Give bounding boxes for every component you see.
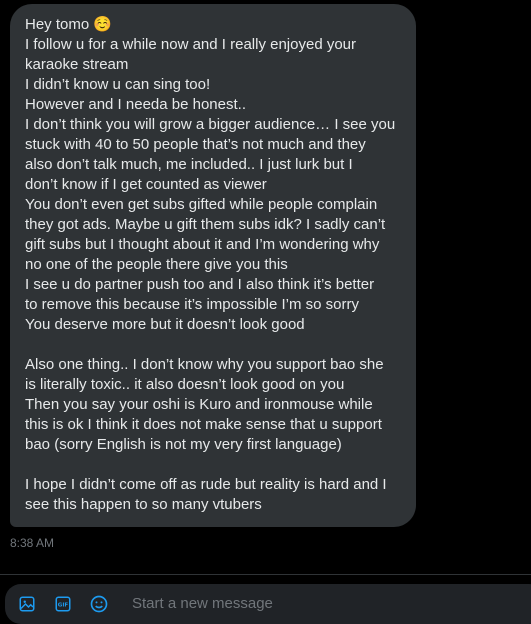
message-line: I follow u for a while now and I really … (25, 36, 357, 53)
message-line: see this happen to so many vtubers (25, 496, 262, 513)
message-line: no one of the people there give you this (25, 256, 288, 273)
message-line: You deserve more but it doesn’t look goo… (25, 316, 305, 333)
composer-divider (0, 574, 531, 575)
message-timestamp: 8:38 AM (10, 536, 55, 550)
message-line: I didn’t know u can sing too! (25, 76, 211, 93)
message-line: However and I needa be honest.. (25, 96, 246, 113)
message-line: You don’t even get subs gifted while peo… (25, 196, 378, 213)
message-input[interactable]: Start a new message (132, 594, 273, 614)
gif-icon[interactable]: GIF (52, 593, 74, 615)
message-line: bao (sorry English is not my very first … (25, 436, 342, 453)
message-composer: GIF Start a new message (5, 584, 531, 624)
message-line: don’t know if I get counted as viewer (25, 176, 267, 193)
emoji-icon[interactable] (88, 593, 110, 615)
message-line: I don’t think you will grow a bigger aud… (25, 116, 396, 133)
message-line: gift subs but I thought about it and I’m… (25, 236, 380, 253)
message-line: to remove this because it’s impossible I… (25, 296, 360, 313)
message-line: Also one thing.. I don’t know why you su… (25, 356, 384, 373)
message-bubble[interactable]: Hey tomo ☺️ I follow u for a while now a… (10, 4, 416, 527)
message-line: this is ok I think it does not make sens… (25, 416, 382, 433)
message-line: I hope I didn’t come off as rude but rea… (25, 476, 387, 493)
message-line: they got ads. Maybe u gift them subs idk… (25, 216, 386, 233)
message-line: stuck with 40 to 50 people that’s not mu… (25, 136, 366, 153)
message-line: also don’t talk much, me included.. I ju… (25, 156, 353, 173)
message-line: karaoke stream (25, 56, 129, 73)
message-line: Then you say your oshi is Kuro and ironm… (25, 396, 373, 413)
message-line: is literally toxic.. it also doesn’t loo… (25, 376, 345, 393)
svg-text:GIF: GIF (58, 603, 69, 609)
image-icon[interactable] (16, 593, 38, 615)
message-line: Hey tomo ☺️ (25, 16, 113, 33)
message-line: I see u do partner push too and I also t… (25, 276, 375, 293)
